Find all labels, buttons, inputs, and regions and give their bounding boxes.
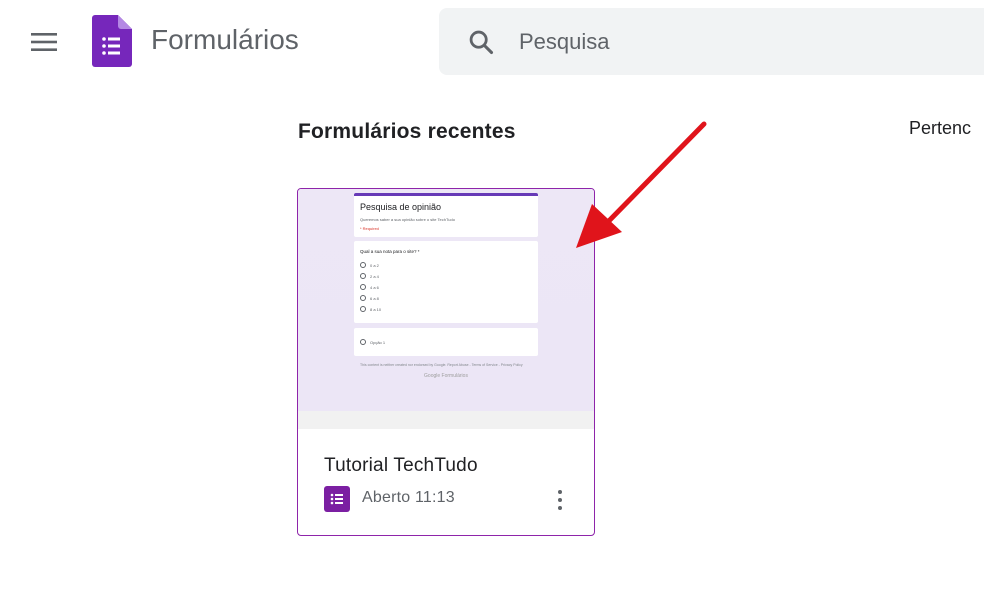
google-forms-logo[interactable] bbox=[92, 15, 132, 67]
forms-list-icon bbox=[324, 486, 350, 512]
preview-brand: Google Formulários bbox=[424, 373, 468, 379]
preview-option: 8 a 10 bbox=[360, 306, 381, 312]
more-options-button[interactable] bbox=[546, 485, 574, 515]
annotation-arrow-icon bbox=[576, 121, 707, 248]
last-opened-time: Aberto 11:13 bbox=[362, 489, 455, 506]
recent-forms-heading: Formulários recentes bbox=[298, 120, 516, 143]
radio-icon bbox=[360, 273, 366, 279]
preview-option: 6 a 8 bbox=[360, 295, 379, 301]
form-thumbnail: Pesquisa de opinião Queremos saber a sua… bbox=[298, 189, 594, 429]
preview-footer: This content is neither created nor endo… bbox=[360, 363, 523, 367]
preview-required-note: * Required bbox=[360, 226, 379, 231]
preview-question-card: Qual a sua nota para o site? * 0 a 2 2 a… bbox=[354, 241, 538, 323]
thumbnail-fade bbox=[298, 411, 594, 429]
preview-header-card: Pesquisa de opinião Queremos saber a sua… bbox=[354, 193, 538, 237]
preview-form-title: Pesquisa de opinião bbox=[360, 202, 442, 212]
owner-filter-dropdown[interactable]: Pertenc bbox=[909, 118, 971, 139]
preview-option: 2 a 4 bbox=[360, 273, 379, 279]
radio-icon bbox=[360, 295, 366, 301]
search-bar[interactable] bbox=[439, 8, 984, 75]
hamburger-menu-icon bbox=[31, 33, 57, 51]
radio-icon bbox=[360, 306, 366, 312]
preview-section-card: Opção 1 bbox=[354, 328, 538, 356]
radio-icon bbox=[360, 284, 366, 290]
search-input[interactable] bbox=[519, 22, 959, 62]
forms-home-page: Formulários Formulários recentes Pertenc… bbox=[0, 0, 984, 596]
more-vert-icon bbox=[558, 490, 562, 494]
main-menu-button[interactable] bbox=[26, 26, 62, 58]
search-icon[interactable] bbox=[467, 28, 495, 56]
app-title: Formulários bbox=[151, 24, 299, 55]
radio-icon bbox=[360, 262, 366, 268]
form-card[interactable]: Pesquisa de opinião Queremos saber a sua… bbox=[297, 188, 595, 536]
preview-option: 4 a 6 bbox=[360, 284, 379, 290]
preview-option: Opção 1 bbox=[360, 339, 385, 345]
radio-icon bbox=[360, 339, 366, 345]
preview-question: Qual a sua nota para o site? * bbox=[360, 249, 420, 254]
form-title: Tutorial TechTudo bbox=[324, 455, 478, 476]
preview-option: 0 a 2 bbox=[360, 262, 379, 268]
preview-description: Queremos saber a sua opinião sobre o sit… bbox=[360, 217, 455, 222]
